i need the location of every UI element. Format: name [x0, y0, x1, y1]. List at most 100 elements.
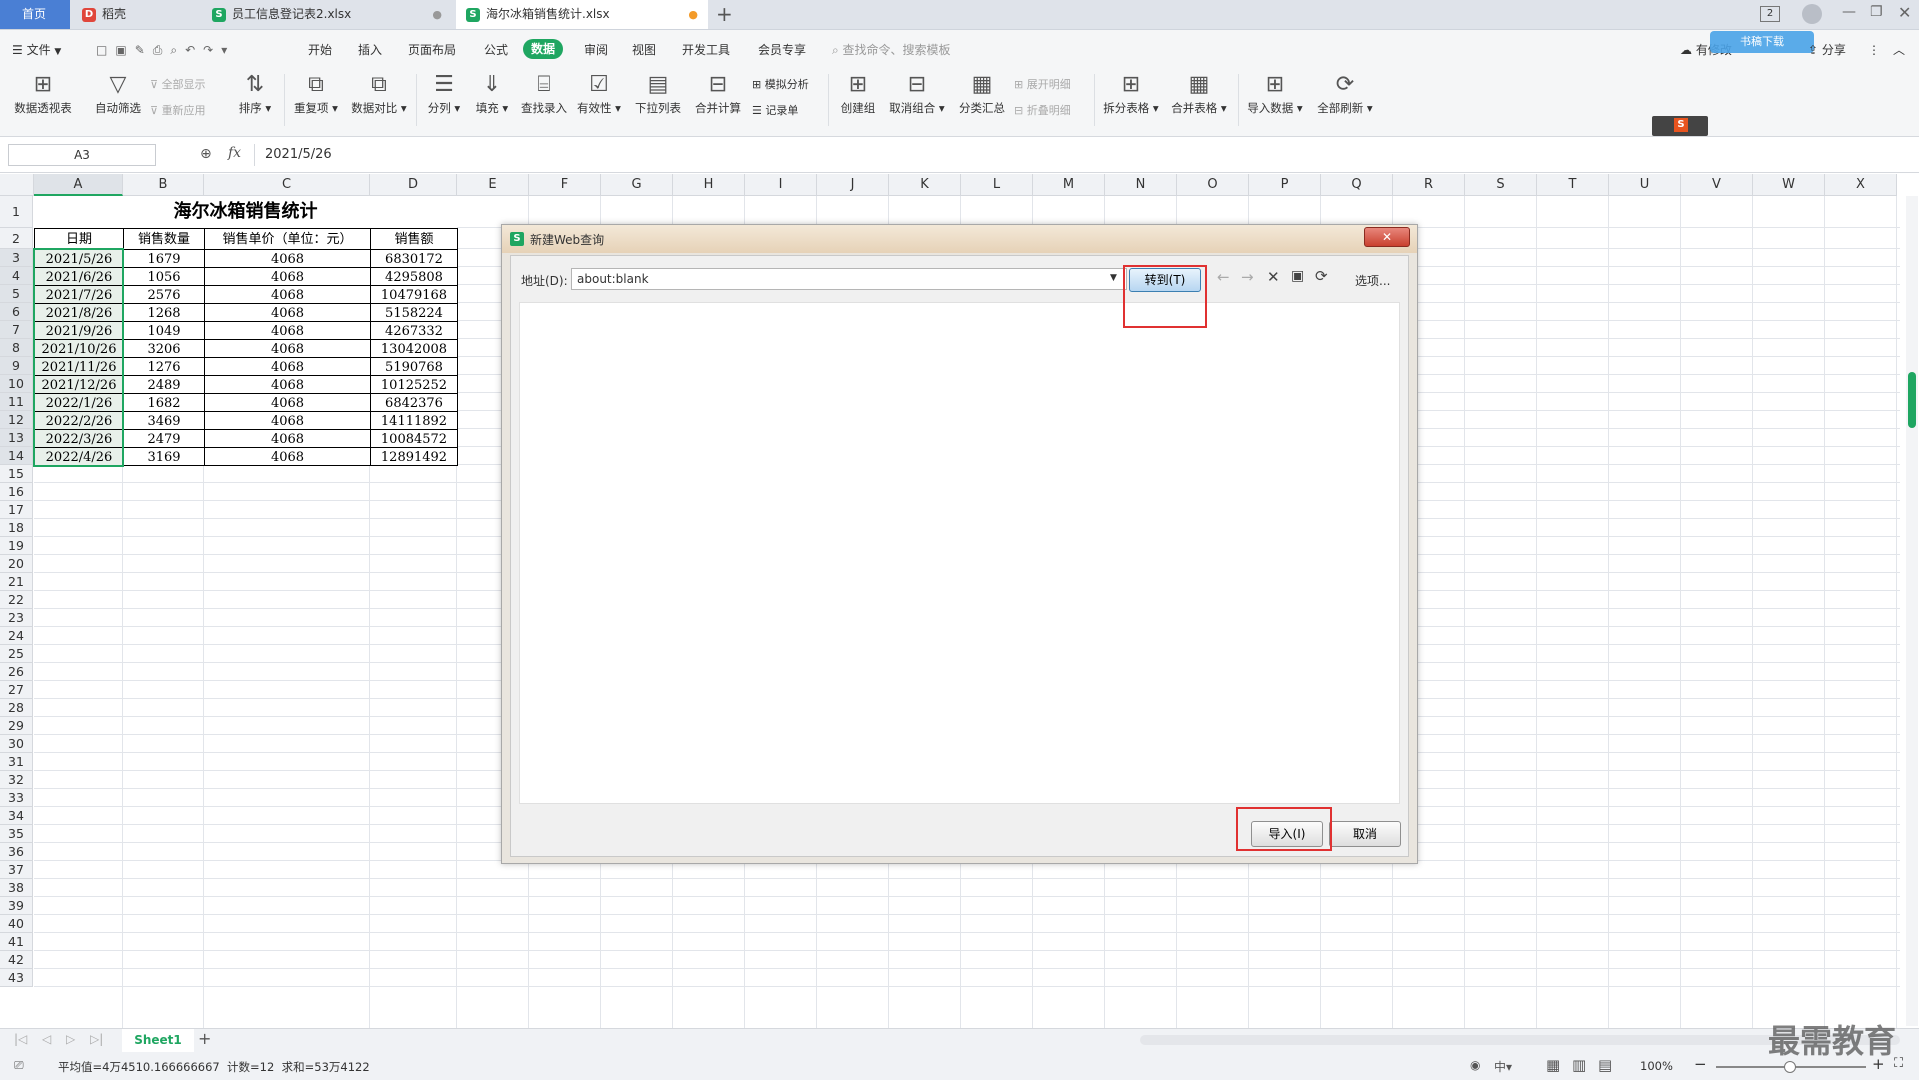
subtotal-button[interactable]: ▦ 分类汇总	[954, 68, 1010, 134]
lookup-entry-button[interactable]: ⌸ 查找录入	[518, 68, 570, 134]
data-cell[interactable]: 14111892	[370, 411, 458, 430]
data-cell[interactable]: 4068	[204, 393, 371, 412]
close-window-icon[interactable]: ✕	[1898, 3, 1911, 22]
dropdown-list-button[interactable]: ▤ 下拉列表	[630, 68, 686, 134]
record-form-button[interactable]: ☰ 记录单	[752, 102, 798, 118]
data-cell[interactable]: 2021/11/26	[34, 357, 124, 376]
menu-page-layout[interactable]: 页面布局	[408, 40, 456, 60]
data-cell[interactable]: 1268	[123, 303, 205, 322]
tab-docer[interactable]: D 稻壳	[72, 0, 200, 29]
data-cell[interactable]: 4068	[204, 303, 371, 322]
what-if-button[interactable]: ⊞ 模拟分析	[752, 76, 809, 92]
share-button[interactable]: ⇪ 分享	[1808, 40, 1846, 60]
data-cell[interactable]: 2576	[123, 285, 205, 304]
minimize-icon[interactable]: —	[1842, 4, 1856, 20]
data-cell[interactable]: 6830172	[370, 249, 458, 268]
data-cell[interactable]: 2021/5/26	[34, 249, 124, 268]
menu-developer[interactable]: 开发工具	[682, 40, 730, 60]
menu-vip[interactable]: 会员专享	[758, 40, 806, 60]
macro-icon[interactable]: ⎚	[14, 1058, 24, 1073]
next-sheet-icon[interactable]: ▷	[66, 1032, 75, 1046]
data-cell[interactable]: 12891492	[370, 447, 458, 466]
data-cell[interactable]: 4068	[204, 411, 371, 430]
data-cell[interactable]: 10084572	[370, 429, 458, 448]
refresh-all-button[interactable]: ⟳ 全部刷新 ▾	[1314, 68, 1376, 134]
data-cell[interactable]: 4068	[204, 339, 371, 358]
header-cell[interactable]: 销售额	[370, 228, 458, 250]
data-cell[interactable]: 4068	[204, 285, 371, 304]
data-cell[interactable]: 5158224	[370, 303, 458, 322]
data-cell[interactable]: 1056	[123, 267, 205, 286]
tab-employee-file[interactable]: S 员工信息登记表2.xlsx ●	[202, 0, 452, 29]
normal-view-icon[interactable]: ▦	[1546, 1056, 1560, 1074]
cloud-download-badge[interactable]: 书稿下载	[1710, 31, 1814, 53]
collapse-detail-button[interactable]: ⊟ 折叠明细	[1014, 102, 1071, 118]
ime-toolbar[interactable]: S	[1652, 116, 1708, 136]
data-cell[interactable]: 4267332	[370, 321, 458, 340]
data-cell[interactable]: 1276	[123, 357, 205, 376]
import-data-button[interactable]: ⊞ 导入数据 ▾	[1244, 68, 1306, 134]
data-cell[interactable]: 4295808	[370, 267, 458, 286]
data-compare-button[interactable]: ⧉ 数据对比 ▾	[348, 68, 410, 134]
menu-view[interactable]: 视图	[632, 40, 656, 60]
zoom-formula-icon[interactable]: ⊕	[200, 146, 212, 162]
data-cell[interactable]: 5190768	[370, 357, 458, 376]
data-cell[interactable]: 2022/3/26	[34, 429, 124, 448]
duplicates-button[interactable]: ⧉ 重复项 ▾	[290, 68, 342, 134]
tab-home[interactable]: 首页	[0, 0, 70, 29]
data-cell[interactable]: 2021/8/26	[34, 303, 124, 322]
eye-protect-icon[interactable]: ◉	[1470, 1058, 1480, 1072]
stop-icon[interactable]: ✕	[1267, 268, 1280, 286]
preview-icon[interactable]: ⌕	[170, 43, 185, 57]
header-cell[interactable]: 日期	[34, 228, 124, 250]
data-cell[interactable]: 4068	[204, 321, 371, 340]
data-cell[interactable]: 2022/4/26	[34, 447, 124, 466]
data-cell[interactable]: 4068	[204, 375, 371, 394]
new-tab-button[interactable]: +	[716, 2, 733, 26]
autofilter-button[interactable]: ▽ 自动筛选	[90, 68, 146, 134]
menu-review[interactable]: 审阅	[584, 40, 608, 60]
data-cell[interactable]: 2479	[123, 429, 205, 448]
customize-icon[interactable]: ▾	[221, 43, 235, 57]
data-cell[interactable]: 4068	[204, 429, 371, 448]
tab-sales-file[interactable]: S 海尔冰箱销售统计.xlsx ●	[456, 0, 708, 29]
dialog-close-button[interactable]: ✕	[1364, 227, 1410, 247]
reapply-button[interactable]: ⊽ 重新应用	[150, 102, 206, 118]
first-sheet-icon[interactable]: |◁	[14, 1032, 27, 1046]
unsaved-dot-icon[interactable]: ●	[688, 0, 698, 29]
data-cell[interactable]: 3206	[123, 339, 205, 358]
validity-button[interactable]: ☑ 有效性 ▾	[574, 68, 624, 134]
data-cell[interactable]: 2021/10/26	[34, 339, 124, 358]
command-search[interactable]: ⌕ 查找命令、搜索模板	[832, 40, 951, 60]
split-table-button[interactable]: ⊞ 拆分表格 ▾	[1100, 68, 1162, 134]
data-cell[interactable]: 4068	[204, 249, 371, 268]
ungroup-button[interactable]: ⊟ 取消组合 ▾	[886, 68, 948, 134]
sheet-title-cell[interactable]: 海尔冰箱销售统计	[34, 196, 457, 228]
close-icon[interactable]: ●	[432, 0, 442, 29]
name-box[interactable]: A3	[8, 144, 156, 166]
file-menu[interactable]: ☰ 文件 ▼	[12, 40, 61, 60]
sort-button[interactable]: ⇅ 排序 ▾	[230, 68, 280, 134]
data-cell[interactable]: 2489	[123, 375, 205, 394]
show-all-button[interactable]: ⊽ 全部显示	[150, 76, 206, 92]
add-sheet-button[interactable]: +	[198, 1029, 211, 1048]
data-cell[interactable]: 1679	[123, 249, 205, 268]
new-icon[interactable]: □	[96, 43, 115, 57]
scroll-thumb[interactable]	[1908, 372, 1916, 428]
more-icon[interactable]: ⋮	[1868, 40, 1880, 60]
maximize-icon[interactable]: ❐	[1870, 4, 1883, 20]
page-break-view-icon[interactable]: ▤	[1598, 1056, 1612, 1074]
redo-icon[interactable]: ↷	[203, 43, 221, 57]
create-group-button[interactable]: ⊞ 创建组	[834, 68, 882, 134]
data-cell[interactable]: 10125252	[370, 375, 458, 394]
save-page-icon[interactable]: ▣	[1291, 268, 1304, 284]
data-cell[interactable]: 1682	[123, 393, 205, 412]
data-cell[interactable]: 13042008	[370, 339, 458, 358]
forward-arrow-icon[interactable]: →	[1241, 268, 1254, 286]
data-cell[interactable]: 2021/9/26	[34, 321, 124, 340]
consolidate-button[interactable]: ⊟ 合并计算	[690, 68, 746, 134]
page-layout-view-icon[interactable]: ▥	[1572, 1056, 1586, 1074]
data-cell[interactable]: 2021/12/26	[34, 375, 124, 394]
fill-button[interactable]: ⇓ 填充 ▾	[470, 68, 514, 134]
prev-sheet-icon[interactable]: ◁	[42, 1032, 51, 1046]
